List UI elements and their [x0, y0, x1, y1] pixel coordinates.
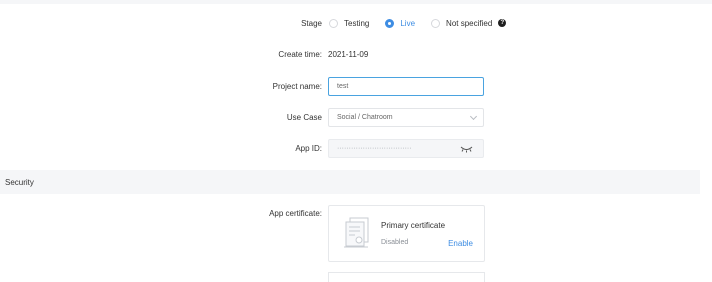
use-case-label: Use Case — [286, 113, 322, 122]
project-name-value: test — [337, 83, 349, 90]
app-id-label: App ID: — [295, 144, 322, 153]
create-time-label: Create time: — [278, 50, 322, 59]
stage-option-label: Live — [400, 18, 416, 28]
app-id-field: ································ — [328, 139, 484, 158]
project-name-label: Project name: — [272, 82, 322, 91]
stage-option-label: Testing — [344, 18, 370, 28]
eye-closed-icon[interactable] — [460, 145, 473, 153]
stage-option-not-specified[interactable]: Not specified — [431, 18, 493, 28]
question-circle-icon[interactable]: ? — [498, 19, 507, 27]
certificate-icon — [344, 217, 369, 248]
project-name-input[interactable]: test — [328, 77, 484, 96]
stage-radio-group: Testing Live Not specified ? — [329, 16, 507, 30]
chevron-down-icon — [469, 112, 478, 121]
security-section-header: Security — [0, 170, 700, 194]
top-strip — [0, 0, 712, 4]
certificate-title: Primary certificate — [381, 221, 446, 230]
stage-label: Stage — [301, 19, 322, 28]
stage-option-live[interactable]: Live — [385, 18, 416, 28]
secondary-certificate-card — [328, 272, 485, 282]
use-case-select[interactable]: Social / Chatroom — [328, 108, 484, 127]
primary-certificate-card: Primary certificate Disabled Enable — [328, 205, 485, 262]
create-time-value: 2021-11-09 — [328, 50, 369, 59]
radio-unchecked-icon — [329, 18, 338, 28]
section-title: Security — [5, 177, 34, 187]
stage-option-testing[interactable]: Testing — [329, 18, 370, 28]
certificate-status: Disabled — [381, 239, 409, 246]
enable-certificate-link[interactable]: Enable — [448, 239, 473, 248]
stage-option-label: Not specified — [446, 18, 493, 28]
app-certificate-label: App certificate: — [269, 209, 322, 218]
app-id-masked-value: ································ — [337, 145, 412, 152]
radio-checked-icon — [385, 18, 395, 28]
use-case-value: Social / Chatroom — [337, 114, 393, 121]
radio-unchecked-icon — [431, 18, 441, 28]
